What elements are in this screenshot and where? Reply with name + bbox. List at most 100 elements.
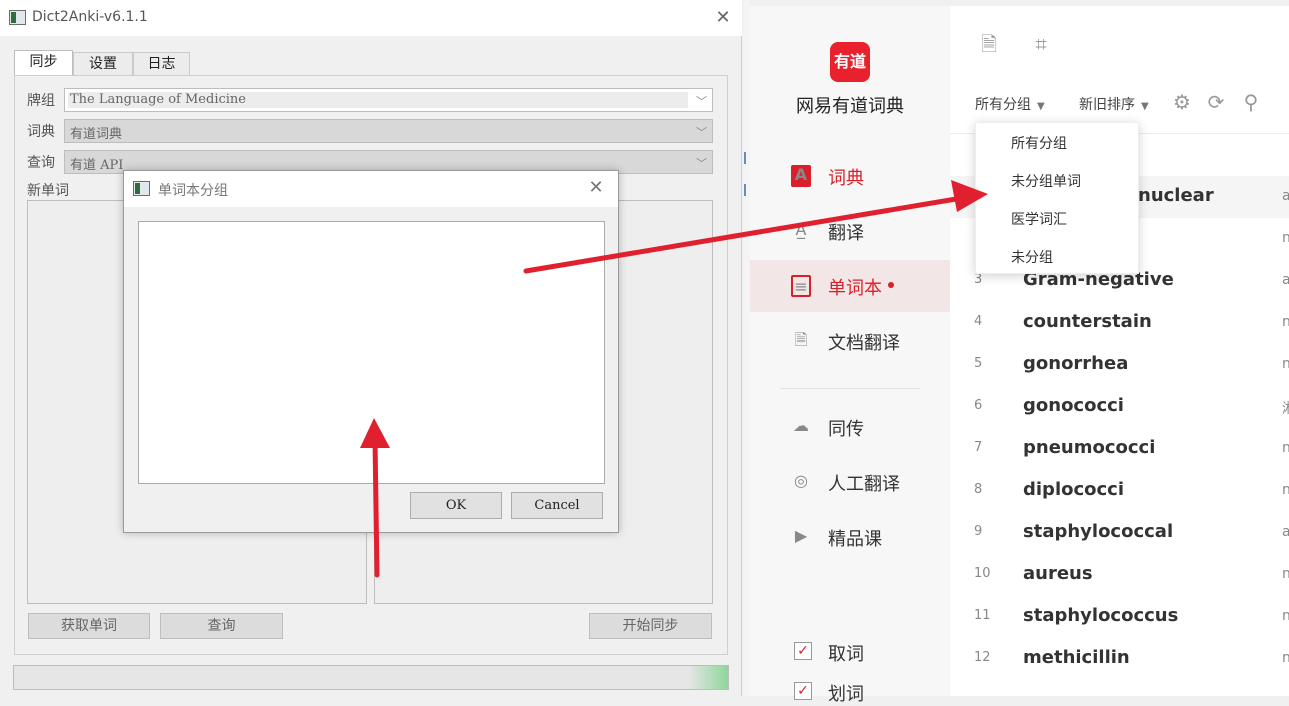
title-bar: Dict2Anki-v6.1.1 ✕ xyxy=(0,0,742,36)
word-index: 11 xyxy=(974,608,991,623)
progress-fill xyxy=(688,666,728,689)
nav-label: 同传 xyxy=(828,419,864,440)
query-button[interactable]: 查询 xyxy=(160,613,283,639)
word-text: gonorrhea xyxy=(1023,353,1129,374)
group-dropdown: 所有分组 未分组单词 医学词汇 未分组 xyxy=(975,122,1139,274)
word-row[interactable]: 6 gonococci 淋 xyxy=(950,386,1289,428)
nav-translate[interactable]: A̲ 翻译 xyxy=(750,205,950,257)
app-icon xyxy=(9,10,26,25)
window-gap xyxy=(743,0,750,696)
word-row[interactable]: 10 aureus n xyxy=(950,554,1289,596)
word-pos: n xyxy=(1282,356,1289,372)
capture-word-label: 取词 xyxy=(828,644,864,665)
nav-label: 词典 xyxy=(828,168,864,189)
dropdown-option-medical-vocab[interactable]: 医学词汇 xyxy=(1011,209,1067,229)
nav-wordbook[interactable]: ≡ 单词本 xyxy=(750,260,950,312)
fetch-words-button[interactable]: 获取单词 xyxy=(28,613,150,639)
new-words-label: 新单词 xyxy=(27,183,69,199)
nav-courses[interactable]: ▶ 精品课 xyxy=(750,511,950,563)
search-icon[interactable]: ⚲ xyxy=(1239,90,1263,114)
group-filter-label: 所有分组 xyxy=(975,97,1031,113)
word-pos: n xyxy=(1282,608,1289,624)
word-row[interactable]: 12 methicillin n xyxy=(950,638,1289,680)
refresh-icon[interactable]: ⟳ xyxy=(1204,90,1228,114)
human-translate-icon: ◎ xyxy=(794,471,808,490)
group-list[interactable] xyxy=(138,221,605,484)
camera-icon[interactable]: ⌗ xyxy=(1029,32,1053,56)
word-index: 5 xyxy=(974,356,983,371)
word-index: 12 xyxy=(974,650,991,665)
word-pos: n xyxy=(1282,482,1289,498)
word-text: gonococci xyxy=(1023,395,1124,416)
group-filter[interactable]: 所有分组 ▼ xyxy=(975,94,1045,114)
gear-icon[interactable]: ⚙ xyxy=(1170,90,1194,114)
word-index: 7 xyxy=(974,440,983,455)
word-text: methicillin xyxy=(1023,647,1130,668)
document-icon: 🗎 xyxy=(794,330,808,349)
nav-dictionary[interactable]: A 词典 xyxy=(750,150,950,202)
nav-document-translate[interactable]: 🗎 文档翻译 xyxy=(750,315,950,367)
dict-combobox[interactable]: 有道词典 ﹀ xyxy=(64,119,713,143)
word-row[interactable]: 9 staphylococcal a xyxy=(950,512,1289,554)
nav-label: 精品课 xyxy=(828,529,882,550)
dictionary-icon: A xyxy=(791,165,811,187)
deck-combobox[interactable]: The Language of Medicine ﹀ xyxy=(64,88,713,112)
close-icon[interactable]: ✕ xyxy=(586,177,606,198)
word-row[interactable]: 4 counterstain n xyxy=(950,302,1289,344)
dict-label: 词典 xyxy=(27,124,55,140)
sidebar-divider xyxy=(780,388,920,389)
document-icon[interactable]: 🗎 xyxy=(977,32,1001,56)
query-value: 有道 API xyxy=(70,158,124,173)
tab-sync[interactable]: 同步 xyxy=(14,50,73,76)
word-pos: n xyxy=(1282,314,1289,330)
dialog-title: 单词本分组 xyxy=(158,183,228,199)
chevron-down-icon: ﹀ xyxy=(696,157,707,170)
tab-settings[interactable]: 设置 xyxy=(73,52,133,76)
tab-log[interactable]: 日志 xyxy=(133,52,190,76)
word-pos: a xyxy=(1282,524,1289,540)
nav-label: 翻译 xyxy=(828,223,864,244)
group-dialog: 单词本分组 ✕ OK Cancel xyxy=(123,170,619,533)
start-sync-button[interactable]: 开始同步 xyxy=(589,613,712,639)
close-icon[interactable]: ✕ xyxy=(713,7,733,28)
word-index: 8 xyxy=(974,482,983,497)
word-index: 9 xyxy=(974,524,983,539)
word-index: 3 xyxy=(974,272,983,287)
word-pos: 淋 xyxy=(1282,398,1289,418)
word-index: 4 xyxy=(974,314,983,329)
chevron-down-icon: ﹀ xyxy=(696,95,707,108)
word-index: 10 xyxy=(974,566,991,581)
word-row[interactable]: 5 gonorrhea n xyxy=(950,344,1289,386)
word-pos: a xyxy=(1282,272,1289,288)
nav-label: 单词本 xyxy=(828,278,882,299)
ok-button[interactable]: OK xyxy=(410,492,502,519)
word-text: aureus xyxy=(1023,563,1093,584)
caret-down-icon: ▼ xyxy=(1037,101,1045,112)
nav-human-translate[interactable]: ◎ 人工翻译 xyxy=(750,456,950,508)
word-row[interactable]: 7 pneumococci n xyxy=(950,428,1289,470)
edge-marker xyxy=(744,152,746,164)
select-word-checkbox[interactable]: ✓ xyxy=(794,682,812,700)
youdao-logo: 有道 xyxy=(830,42,870,82)
word-pos: n xyxy=(1282,566,1289,582)
word-pos: a xyxy=(1282,188,1289,204)
youdao-sidebar: 有道 网易有道词典 A 词典 A̲ 翻译 ≡ 单词本 🗎 文档翻译 ☁ 同传 ◎… xyxy=(750,6,950,705)
nav-simultaneous[interactable]: ☁ 同传 xyxy=(750,401,950,453)
word-text: diplococci xyxy=(1023,479,1125,500)
sort-filter[interactable]: 新旧排序 ▼ xyxy=(1079,94,1149,114)
window-title: Dict2Anki-v6.1.1 xyxy=(32,9,148,25)
nav-label: 文档翻译 xyxy=(828,333,900,354)
dropdown-option-all-groups[interactable]: 所有分组 xyxy=(1011,133,1067,153)
notification-dot xyxy=(888,282,894,288)
dropdown-option-ungrouped-words[interactable]: 未分组单词 xyxy=(1011,171,1081,191)
word-text: nuclear xyxy=(1138,185,1214,206)
cancel-button[interactable]: Cancel xyxy=(511,492,603,519)
capture-word-checkbox[interactable]: ✓ xyxy=(794,642,812,660)
word-row[interactable]: 11 staphylococcus n xyxy=(950,596,1289,638)
chevron-down-icon: ﹀ xyxy=(696,126,707,139)
select-word-label: 划词 xyxy=(828,684,864,705)
dict-value: 有道词典 xyxy=(70,127,123,142)
translate-icon: A̲ xyxy=(795,220,807,239)
dropdown-option-ungrouped[interactable]: 未分组 xyxy=(1011,247,1053,267)
word-row[interactable]: 8 diplococci n xyxy=(950,470,1289,512)
